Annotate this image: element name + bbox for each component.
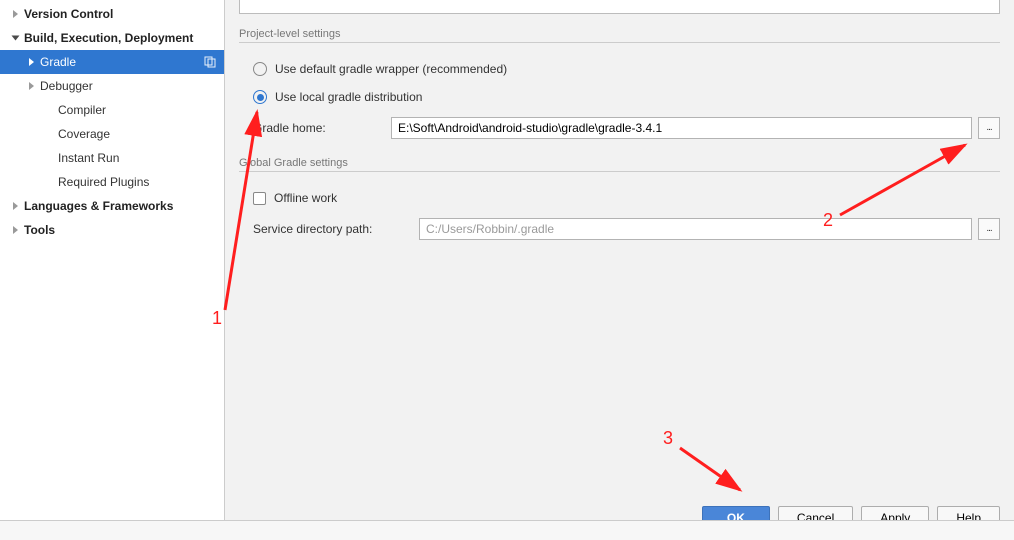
service-directory-input[interactable] <box>419 218 972 240</box>
radio-local-label: Use local gradle distribution <box>275 90 422 104</box>
sidebar-item-build-execution-deployment[interactable]: Build, Execution, Deployment <box>0 26 224 50</box>
global-gradle-settings-header: Global Gradle settings <box>239 153 1000 172</box>
search-box-cutoff <box>239 0 1000 14</box>
chevron-right-icon <box>10 201 20 211</box>
radio-default-label: Use default gradle wrapper (recommended) <box>275 62 507 76</box>
chevron-right-icon <box>26 57 36 67</box>
offline-work-label: Offline work <box>274 191 337 205</box>
chevron-down-icon <box>10 33 20 43</box>
radio-checked-icon <box>253 90 267 104</box>
gradle-home-label: Gradle home: <box>239 121 391 135</box>
chevron-right-icon <box>10 225 20 235</box>
status-bar <box>0 520 1014 540</box>
sidebar-item-tools[interactable]: Tools <box>0 218 224 242</box>
sidebar-item-debugger[interactable]: Debugger <box>0 74 224 98</box>
radio-local-distribution[interactable]: Use local gradle distribution <box>239 83 1000 111</box>
copy-icon <box>204 56 216 68</box>
sidebar-item-version-control[interactable]: Version Control <box>0 2 224 26</box>
service-directory-label: Service directory path: <box>239 222 419 236</box>
sidebar-item-required-plugins[interactable]: Required Plugins <box>0 170 224 194</box>
radio-default-wrapper[interactable]: Use default gradle wrapper (recommended) <box>239 55 1000 83</box>
browse-gradle-home-button[interactable]: ... <box>978 117 1000 139</box>
checkbox-icon <box>253 192 266 205</box>
browse-service-directory-button[interactable]: ... <box>978 218 1000 240</box>
sidebar-item-compiler[interactable]: Compiler <box>0 98 224 122</box>
sidebar-item-gradle[interactable]: Gradle <box>0 50 224 74</box>
gradle-home-input[interactable] <box>391 117 972 139</box>
chevron-right-icon <box>10 9 20 19</box>
chevron-right-icon <box>26 81 36 91</box>
settings-tree[interactable]: Version Control Build, Execution, Deploy… <box>0 0 225 540</box>
sidebar-item-languages-frameworks[interactable]: Languages & Frameworks <box>0 194 224 218</box>
radio-icon <box>253 62 267 76</box>
sidebar-item-instant-run[interactable]: Instant Run <box>0 146 224 170</box>
sidebar-item-coverage[interactable]: Coverage <box>0 122 224 146</box>
project-level-settings-header: Project-level settings <box>239 24 1000 43</box>
offline-work-checkbox[interactable]: Offline work <box>239 184 1000 212</box>
main-panel: Project-level settings Use default gradl… <box>225 0 1014 540</box>
